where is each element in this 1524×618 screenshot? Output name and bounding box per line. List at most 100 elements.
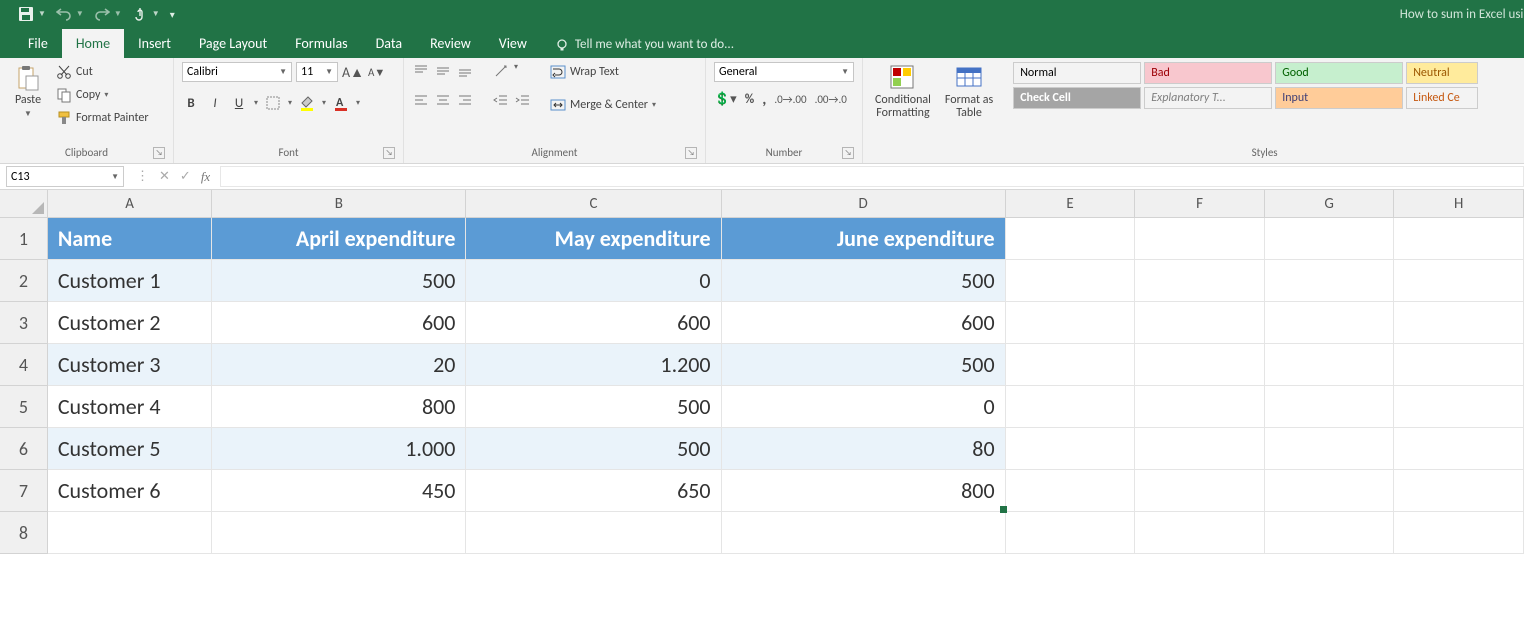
qat-dropdown-icon[interactable]: ▼ — [38, 9, 46, 19]
cell[interactable]: Customer 4 — [48, 386, 212, 428]
tab-data[interactable]: Data — [362, 29, 416, 58]
cell[interactable]: April expenditure — [212, 218, 466, 260]
row-header[interactable]: 8 — [0, 512, 48, 554]
cell[interactable]: June expenditure — [722, 218, 1006, 260]
cell[interactable] — [1265, 260, 1395, 302]
font-name-select[interactable]: Calibri▼ — [182, 62, 292, 82]
cell[interactable] — [1006, 470, 1136, 512]
merge-center-button[interactable]: Merge & Center ▾ — [548, 95, 658, 115]
tab-formulas[interactable]: Formulas — [281, 29, 361, 58]
cell[interactable] — [466, 512, 721, 554]
cell[interactable]: 1.000 — [212, 428, 466, 470]
cell[interactable] — [722, 512, 1006, 554]
bold-button[interactable]: B — [182, 94, 200, 112]
row-header[interactable]: 1 — [0, 218, 48, 260]
align-middle-icon[interactable] — [434, 62, 452, 80]
cell[interactable] — [1265, 428, 1395, 470]
shrink-font-icon[interactable]: A▼ — [368, 66, 385, 79]
style-normal[interactable]: Normal — [1013, 62, 1141, 84]
cut-button[interactable]: Cut — [54, 62, 151, 82]
col-header[interactable]: B — [212, 190, 466, 218]
align-right-icon[interactable] — [456, 91, 474, 109]
row-header[interactable]: 2 — [0, 260, 48, 302]
enter-icon[interactable]: ✓ — [180, 169, 191, 184]
cell[interactable]: 0 — [722, 386, 1006, 428]
align-bottom-icon[interactable] — [456, 62, 474, 80]
tab-review[interactable]: Review — [416, 29, 485, 58]
style-check-cell[interactable]: Check Cell — [1013, 87, 1141, 109]
col-header[interactable]: E — [1006, 190, 1136, 218]
tab-home[interactable]: Home — [62, 29, 124, 58]
tell-me[interactable]: Tell me what you want to do... — [541, 31, 748, 58]
cell[interactable] — [1394, 218, 1524, 260]
undo-dropdown-icon[interactable]: ▼ — [76, 9, 84, 19]
cell[interactable] — [1394, 302, 1524, 344]
cell[interactable]: May expenditure — [466, 218, 721, 260]
italic-button[interactable]: I — [206, 94, 224, 112]
cell[interactable] — [1135, 470, 1265, 512]
cell[interactable] — [1265, 386, 1395, 428]
cell[interactable] — [1265, 470, 1395, 512]
cell[interactable]: Customer 6 — [48, 470, 212, 512]
cell[interactable] — [1265, 512, 1395, 554]
options-icon[interactable]: ⋮ — [136, 169, 149, 184]
col-header[interactable]: D — [722, 190, 1006, 218]
dialog-launcher-icon[interactable]: ↘ — [842, 147, 854, 159]
cell[interactable]: 500 — [722, 260, 1006, 302]
style-input[interactable]: Input — [1275, 87, 1403, 109]
cell[interactable]: 500 — [466, 428, 721, 470]
cell[interactable] — [1135, 428, 1265, 470]
undo-icon[interactable] — [56, 6, 72, 22]
redo-dropdown-icon[interactable]: ▼ — [114, 9, 122, 19]
align-left-icon[interactable] — [412, 91, 430, 109]
cell[interactable] — [1265, 344, 1395, 386]
cell[interactable] — [1135, 512, 1265, 554]
cell[interactable] — [1006, 218, 1136, 260]
cell[interactable]: 800 — [722, 470, 1006, 512]
col-header[interactable]: A — [48, 190, 212, 218]
decrease-indent-icon[interactable] — [492, 91, 510, 109]
row-header[interactable]: 5 — [0, 386, 48, 428]
copy-button[interactable]: Copy ▾ — [54, 85, 151, 105]
cell[interactable]: 600 — [466, 302, 721, 344]
row-header[interactable]: 3 — [0, 302, 48, 344]
col-header[interactable]: H — [1394, 190, 1524, 218]
chevron-down-icon[interactable]: ▾ — [254, 98, 258, 108]
increase-indent-icon[interactable] — [514, 91, 532, 109]
cell[interactable] — [1394, 386, 1524, 428]
dialog-launcher-icon[interactable]: ↘ — [153, 147, 165, 159]
cell[interactable] — [1135, 218, 1265, 260]
cell[interactable]: 450 — [212, 470, 466, 512]
col-header[interactable]: C — [466, 190, 721, 218]
cancel-icon[interactable]: ✕ — [159, 169, 170, 184]
align-top-icon[interactable] — [412, 62, 430, 80]
cell[interactable]: 800 — [212, 386, 466, 428]
number-format-select[interactable]: General▼ — [714, 62, 854, 82]
accounting-icon[interactable]: 💲▾ — [714, 92, 737, 107]
cell[interactable]: Customer 3 — [48, 344, 212, 386]
cell[interactable] — [1394, 512, 1524, 554]
row-header[interactable]: 4 — [0, 344, 48, 386]
comma-icon[interactable]: , — [762, 90, 766, 109]
select-all-corner[interactable] — [0, 190, 48, 218]
align-center-icon[interactable] — [434, 91, 452, 109]
cell[interactable] — [1006, 260, 1136, 302]
dialog-launcher-icon[interactable]: ↘ — [685, 147, 697, 159]
cell[interactable]: 600 — [212, 302, 466, 344]
cell[interactable] — [1006, 302, 1136, 344]
cell[interactable] — [212, 512, 466, 554]
chevron-down-icon[interactable]: ▾ — [288, 98, 292, 108]
cell[interactable] — [1135, 344, 1265, 386]
font-size-select[interactable]: 11▼ — [296, 62, 338, 82]
paste-button[interactable]: Paste ▼ — [8, 62, 48, 121]
underline-button[interactable]: U — [230, 94, 248, 112]
style-neutral[interactable]: Neutral — [1406, 62, 1478, 84]
style-explanatory[interactable]: Explanatory T... — [1144, 87, 1272, 109]
cell[interactable] — [1006, 344, 1136, 386]
cell[interactable] — [1006, 428, 1136, 470]
cell[interactable]: 650 — [466, 470, 721, 512]
style-bad[interactable]: Bad — [1144, 62, 1272, 84]
fx-icon[interactable]: fx — [201, 169, 210, 185]
cell[interactable] — [1394, 260, 1524, 302]
formula-input[interactable] — [220, 166, 1524, 187]
